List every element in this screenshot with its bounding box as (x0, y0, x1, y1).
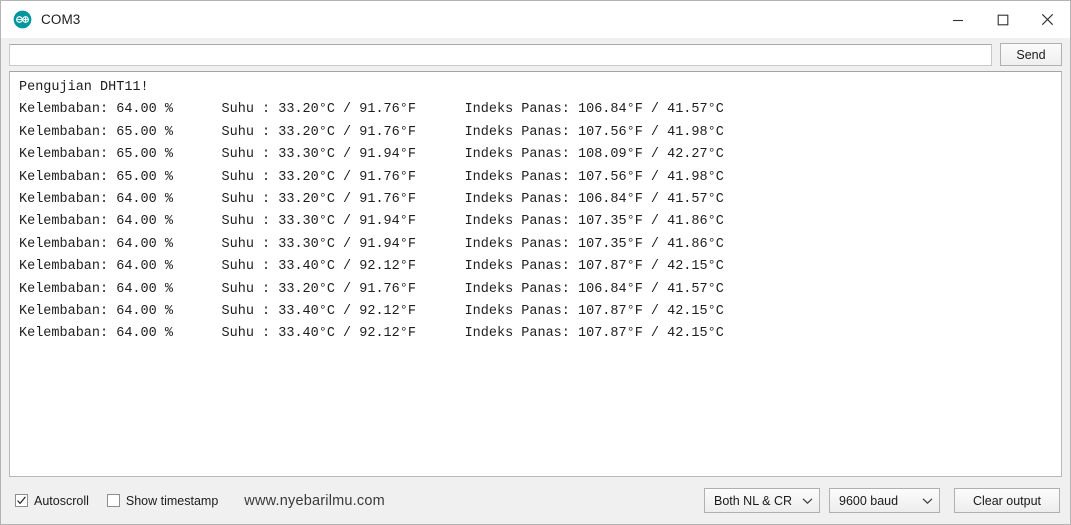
chevron-down-icon (922, 494, 933, 508)
close-button[interactable] (1025, 1, 1070, 38)
show-timestamp-checkbox-box (106, 494, 120, 507)
show-timestamp-checkbox[interactable]: Show timestamp (106, 493, 219, 508)
checkmark-icon (17, 496, 26, 505)
window-title: COM3 (41, 12, 81, 27)
maximize-button[interactable] (980, 1, 1025, 38)
serial-command-input[interactable] (9, 43, 992, 66)
maximize-icon (997, 14, 1009, 26)
status-bar: Autoscroll Show timestamp www.nyebarilmu… (1, 477, 1070, 524)
serial-monitor-window: COM3 Send Pengujian DHT11! Kelembaban: 6… (0, 0, 1071, 525)
close-icon (1041, 13, 1054, 26)
show-timestamp-label: Show timestamp (125, 493, 219, 508)
command-row: Send (1, 38, 1070, 71)
window-controls (935, 1, 1070, 38)
title-bar-left: COM3 (1, 10, 80, 29)
minimize-icon (952, 14, 964, 26)
serial-output-area[interactable]: Pengujian DHT11! Kelembaban: 64.00 % Suh… (9, 71, 1062, 477)
send-button[interactable]: Send (1000, 43, 1062, 66)
watermark-text: www.nyebarilmu.com (244, 492, 385, 509)
title-bar: COM3 (1, 1, 1070, 38)
serial-output-text: Pengujian DHT11! Kelembaban: 64.00 % Suh… (19, 80, 724, 342)
baud-rate-value: 9600 baud (839, 493, 899, 508)
line-ending-value: Both NL & CR (714, 493, 793, 508)
autoscroll-checkbox-box (15, 494, 28, 507)
minimize-button[interactable] (935, 1, 980, 38)
baud-rate-dropdown[interactable]: 9600 baud (829, 488, 940, 513)
clear-output-button[interactable]: Clear output (954, 488, 1060, 513)
arduino-logo-icon (13, 10, 32, 29)
chevron-down-icon (802, 494, 813, 508)
autoscroll-label: Autoscroll (34, 493, 89, 508)
line-ending-dropdown[interactable]: Both NL & CR (704, 488, 820, 513)
autoscroll-checkbox[interactable]: Autoscroll (15, 494, 89, 508)
